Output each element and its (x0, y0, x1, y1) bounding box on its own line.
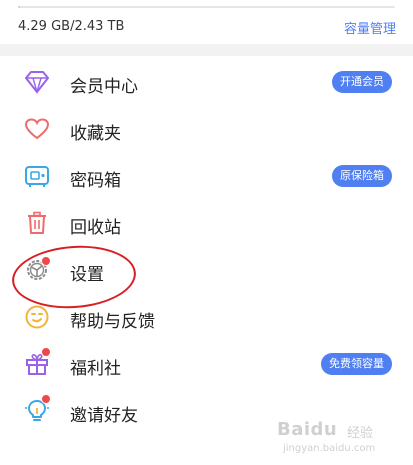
safe-icon (25, 166, 49, 187)
capacity-management-link[interactable]: 容量管理 (344, 18, 396, 37)
open-vip-button[interactable]: 开通会员 (332, 71, 392, 93)
menu-label: 收藏夹 (70, 124, 121, 144)
menu-item-recycle-bin[interactable]: 回收站 (0, 200, 413, 247)
free-capacity-button[interactable]: 免费领容量 (321, 353, 392, 375)
menu-item-welfare[interactable]: 福利社 免费领容量 (0, 341, 413, 388)
notification-dot (41, 394, 51, 404)
original-safe-button[interactable]: 原保险箱 (332, 165, 392, 187)
menu-item-settings[interactable]: 设置 (0, 247, 413, 294)
menu-item-vip-center[interactable]: 会员中心 开通会员 (0, 59, 413, 106)
menu-list: 会员中心 开通会员 收藏夹 密码箱 原保险箱 回收站 设置 帮助与反馈 福利社 … (0, 56, 413, 465)
trash-icon (28, 211, 46, 234)
menu-label: 帮助与反馈 (70, 312, 155, 332)
menu-item-favorites[interactable]: 收藏夹 (0, 106, 413, 153)
storage-progress-bar (18, 6, 395, 8)
watermark-brand: Baidu (277, 419, 338, 440)
menu-label: 设置 (70, 265, 104, 285)
storage-usage-text: 4.29 GB/2.43 TB (18, 19, 125, 34)
menu-item-help-feedback[interactable]: 帮助与反馈 (0, 294, 413, 341)
notification-dot (41, 347, 51, 357)
menu-label: 会员中心 (70, 77, 138, 97)
heart-icon (24, 118, 50, 140)
menu-item-password-box[interactable]: 密码箱 原保险箱 (0, 153, 413, 200)
menu-label: 福利社 (70, 359, 121, 379)
notification-dot (41, 256, 51, 266)
smiley-icon (25, 305, 49, 329)
baidu-watermark: Baidu 经验 jingyan.baidu.com (277, 419, 405, 459)
diamond-icon (25, 71, 49, 95)
storage-panel: 4.29 GB/2.43 TB 容量管理 (0, 0, 413, 44)
watermark-sub: 经验 (347, 426, 374, 441)
watermark-url: jingyan.baidu.com (283, 443, 376, 454)
storage-progress-fill (18, 6, 20, 8)
menu-label: 邀请好友 (70, 406, 138, 426)
menu-label: 回收站 (70, 218, 121, 238)
menu-label: 密码箱 (70, 171, 121, 191)
